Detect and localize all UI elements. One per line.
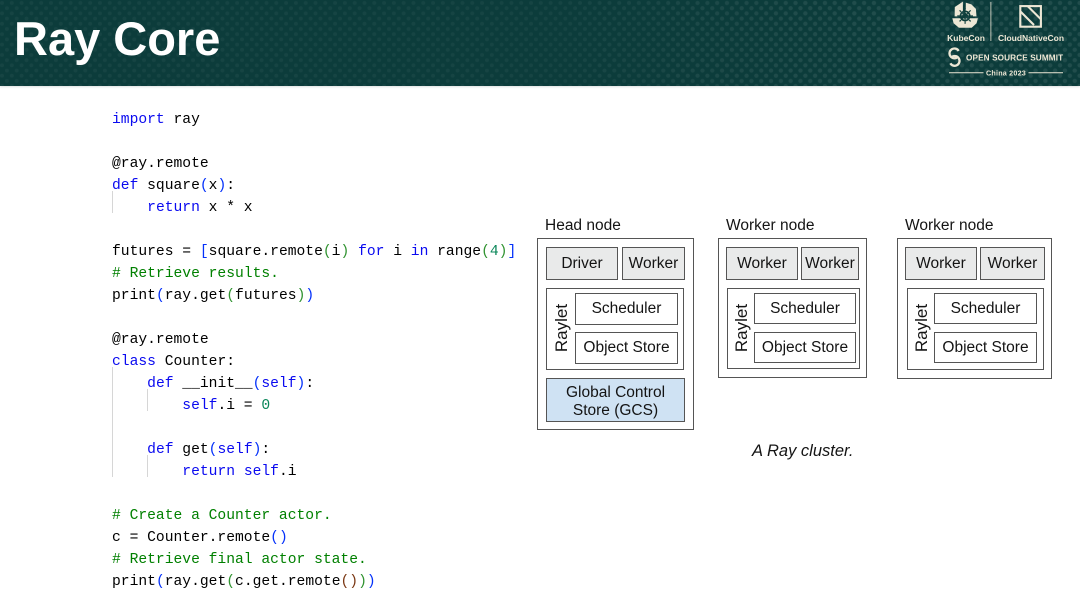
svg-text:CloudNativeCon: CloudNativeCon xyxy=(998,33,1064,43)
svg-text:China 2023: China 2023 xyxy=(986,69,1026,78)
svg-text:KubeCon: KubeCon xyxy=(947,33,985,43)
svg-text:OPEN SOURCE SUMMIT: OPEN SOURCE SUMMIT xyxy=(966,54,1063,63)
